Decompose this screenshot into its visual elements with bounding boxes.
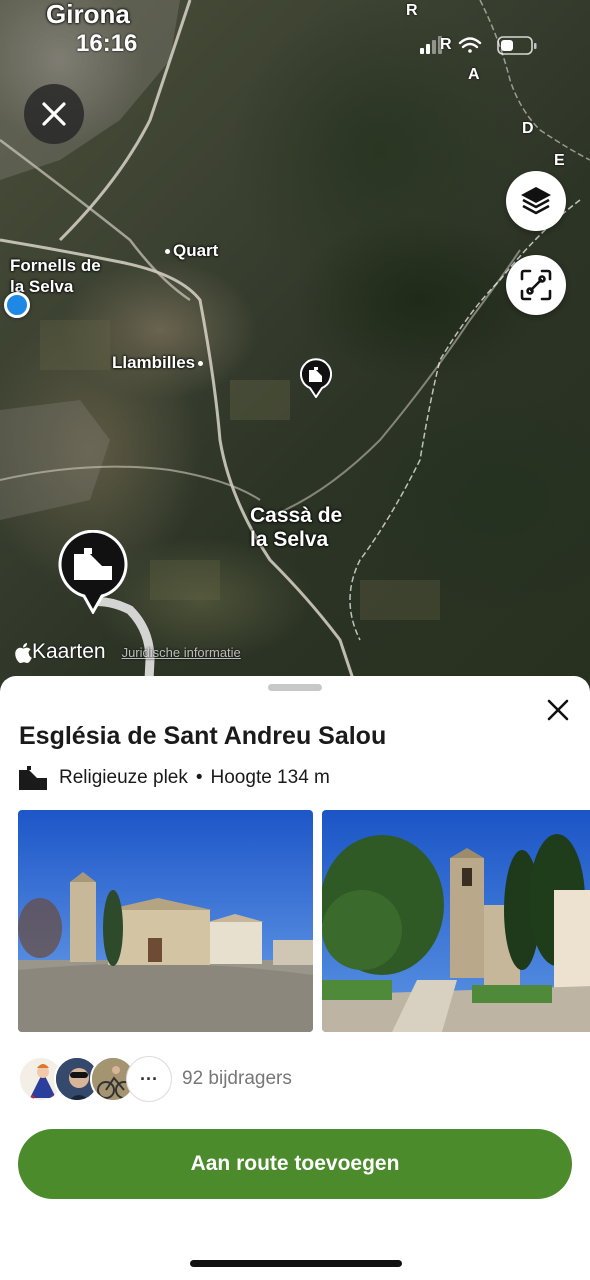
place-elevation: Hoogte 134 m — [210, 767, 330, 788]
close-icon — [547, 699, 569, 721]
place-title: Església de Sant Andreu Salou — [19, 722, 387, 750]
close-sheet-button[interactable] — [540, 692, 576, 728]
status-time: 16:16 — [76, 30, 138, 57]
church-photo-image — [322, 810, 590, 1032]
add-to-route-button[interactable]: Aan route toevoegen — [18, 1129, 572, 1199]
place-category: Religieuze plek — [59, 767, 188, 788]
wifi-icon — [458, 37, 482, 53]
region-letter: A — [468, 66, 480, 83]
meta-separator: • — [195, 767, 203, 788]
status-icons — [420, 36, 537, 55]
maps-brand-label: Kaarten — [32, 640, 106, 663]
layers-icon — [521, 187, 551, 215]
place-name-line1: Fornells de — [10, 256, 101, 275]
region-letter: D — [522, 120, 534, 137]
religious-place-icon — [19, 766, 47, 790]
place-label-quart[interactable]: Quart — [162, 240, 218, 261]
contributors[interactable]: ··· 92 bijdragers — [18, 1056, 292, 1102]
contributors-count: 92 bijdragers — [182, 1068, 292, 1089]
region-letter: R — [406, 2, 418, 19]
place-label-girona[interactable]: Girona — [46, 0, 130, 28]
place-name: Llambilles — [112, 353, 196, 372]
scan-icon — [520, 269, 552, 301]
religious-place-pin-icon[interactable] — [300, 358, 332, 398]
region-letter: R — [440, 36, 452, 53]
place-label-llambilles[interactable]: Llambilles — [112, 352, 206, 373]
region-letter: E — [554, 152, 565, 169]
place-photo[interactable] — [322, 810, 590, 1032]
place-name-line1: Cassà de — [250, 504, 343, 527]
place-detail-sheet: Església de Sant Andreu Salou Religieuze… — [0, 676, 590, 1280]
more-label: ··· — [140, 1068, 158, 1089]
photo-carousel[interactable] — [18, 810, 590, 1032]
place-meta: Religieuze plek • Hoogte 134 m — [19, 766, 330, 790]
cellular-signal-icon — [420, 36, 442, 54]
place-label-fornells[interactable]: Fornells de la Selva — [10, 255, 101, 297]
map-layers-button[interactable] — [506, 171, 566, 231]
place-name: Quart — [173, 241, 219, 260]
place-photo[interactable] — [18, 810, 313, 1032]
selected-place-pin-icon[interactable] — [58, 530, 128, 614]
church-photo-image — [18, 810, 313, 1032]
map-view[interactable]: Girona 16:16 R R A D E Quart Fornells de… — [0, 0, 590, 700]
scan-button[interactable] — [506, 255, 566, 315]
more-contributors-button[interactable]: ··· — [126, 1056, 172, 1102]
place-label-cassa[interactable]: Cassà de la Selva — [250, 504, 342, 552]
place-dot — [165, 249, 170, 255]
map-attribution: Kaarten Juridische informatie — [14, 640, 241, 664]
battery-icon — [497, 36, 537, 55]
home-indicator — [190, 1260, 402, 1267]
apple-logo-icon — [15, 642, 32, 663]
place-name-line2: la Selva — [250, 528, 329, 551]
close-map-button[interactable] — [24, 84, 84, 144]
sheet-grabber[interactable] — [268, 684, 322, 691]
place-dot — [198, 361, 204, 367]
current-location-icon[interactable] — [4, 292, 30, 318]
legal-info-link[interactable]: Juridische informatie — [122, 645, 241, 660]
close-icon — [42, 102, 66, 126]
